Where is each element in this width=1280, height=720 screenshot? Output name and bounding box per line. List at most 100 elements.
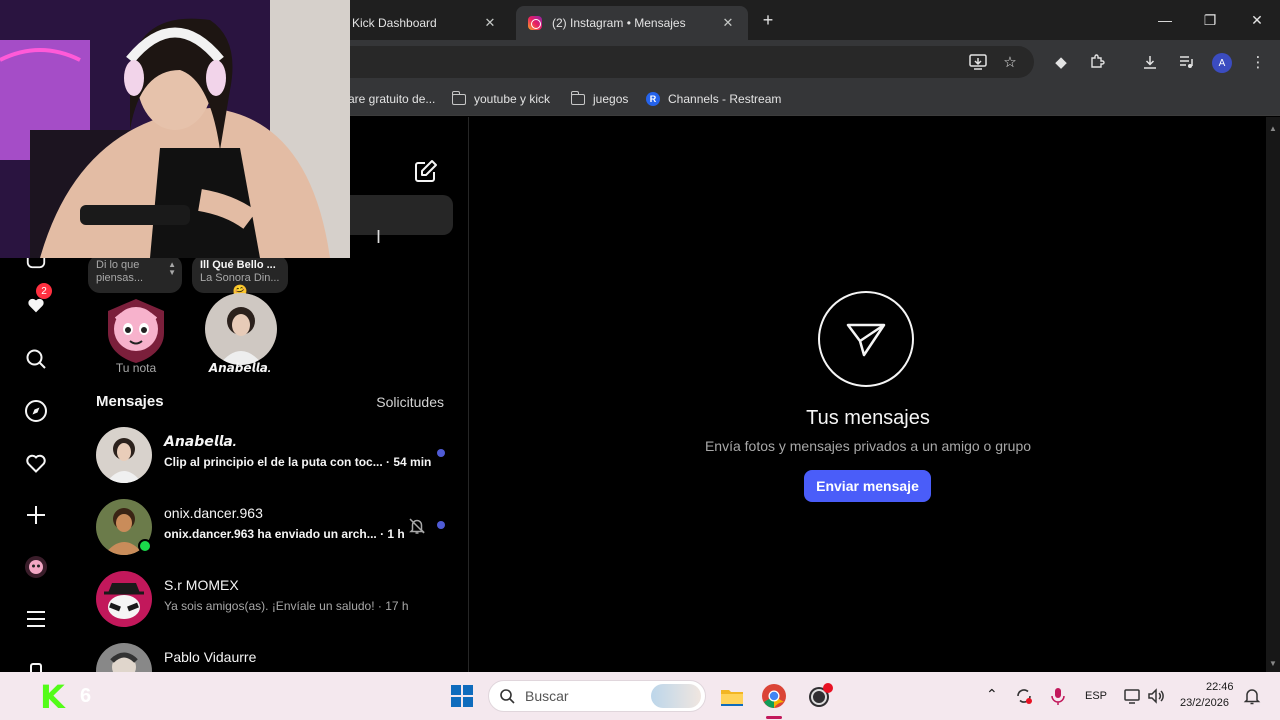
friend-note-avatar[interactable] (205, 293, 277, 365)
obs-icon[interactable] (806, 682, 834, 710)
instagram-icon (528, 16, 542, 30)
bookmark-label: youtube y kick (474, 92, 551, 106)
conversation-row[interactable]: Pablo Vidaurre (72, 635, 468, 672)
muted-bell-icon (408, 517, 426, 535)
tab-label: (2) Instagram • Mensajes (552, 16, 686, 30)
chrome-icon[interactable] (760, 682, 788, 710)
scroll-up-icon[interactable]: ▲ (1269, 125, 1277, 133)
notification-bell-icon[interactable] (1242, 686, 1262, 706)
note-bubble[interactable]: Ill Qué Bello ... La Sonora Din... 🤗 (192, 255, 288, 298)
conversation-row[interactable]: 𝘼𝙣𝙖𝙗𝙚𝙡𝙡𝙖. Clip al principio el de la put… (72, 419, 468, 491)
search-icon[interactable] (20, 343, 52, 375)
taskbar-search-input[interactable]: Buscar (488, 680, 706, 712)
conversation-row[interactable]: onix.dancer.963 onix.dancer.963 ha envia… (72, 491, 468, 563)
conversation-name: S.r MOMEX (164, 577, 239, 593)
explore-compass-icon[interactable] (20, 395, 52, 427)
create-plus-icon[interactable] (20, 499, 52, 531)
extensions-icon[interactable] (1087, 52, 1107, 72)
notifications-heart-icon[interactable]: 2 (20, 283, 52, 321)
restream-icon: R (646, 92, 660, 106)
kick-logo: K (40, 678, 65, 716)
tray-overflow-chevron-icon[interactable]: ⌃ (986, 686, 998, 703)
profile-avatar[interactable]: A (1212, 53, 1232, 73)
note-caption: Tu nota (115, 361, 157, 375)
note-line: Di lo que (96, 259, 140, 271)
extension-diamond-icon[interactable]: ◆ (1051, 52, 1071, 72)
send-message-button[interactable]: Enviar mensaje (804, 470, 931, 502)
send-message-icon (818, 291, 914, 387)
conversation-preview: onix.dancer.963 ha enviado un arch... · … (164, 527, 405, 541)
close-window-button[interactable]: ✕ (1245, 8, 1269, 32)
menu-hamburger-icon[interactable] (20, 603, 52, 635)
tab-label: Kick Dashboard (352, 16, 437, 30)
bookmark-label: Channels - Restream (668, 92, 782, 106)
close-icon[interactable]: ✕ (482, 15, 498, 31)
bookmark-item[interactable]: are gratuito de... (348, 92, 435, 106)
unread-dot (437, 521, 445, 529)
scroll-updown-icon: ▲ ▼ (168, 260, 176, 277)
message-empty-state: Tus mensajes Envía fotos y mensajes priv… (470, 117, 1266, 672)
sync-icon[interactable] (1014, 686, 1034, 706)
scroll-down-icon[interactable]: ▼ (1269, 660, 1277, 668)
profile-avatar[interactable] (20, 551, 52, 583)
folder-icon (451, 90, 466, 105)
conversation-preview: Ya sois amigos(as). ¡Envíale un saludo! … (164, 599, 409, 613)
new-message-icon[interactable] (412, 157, 440, 185)
clock-time[interactable]: 22:46 (1206, 681, 1234, 693)
page-scrollbar[interactable]: ▲ ▼ (1266, 117, 1280, 672)
empty-state-subtitle: Envía fotos y mensajes privados a un ami… (704, 438, 1032, 454)
text-cursor-icon: I (376, 227, 382, 247)
webcam-overlay (0, 0, 350, 258)
microphone-icon[interactable] (1048, 686, 1068, 706)
requests-link[interactable]: Solicitudes (376, 394, 444, 410)
conversation-name: Pablo Vidaurre (164, 649, 257, 665)
download-icon[interactable] (1140, 52, 1160, 72)
heart-icon[interactable] (20, 447, 52, 479)
file-explorer-icon[interactable] (718, 682, 746, 710)
language-indicator[interactable]: ESP (1085, 690, 1107, 702)
restore-button[interactable]: ❐ (1198, 8, 1222, 32)
conversation-name: 𝘼𝙣𝙖𝙗𝙚𝙡𝙡𝙖. (164, 433, 237, 449)
note-line: piensas... (96, 272, 144, 284)
search-placeholder: Buscar (525, 688, 569, 704)
note-caption: 𝘼𝙣𝙖𝙗𝙚𝙡𝙡𝙖. (208, 361, 272, 375)
bookmark-label: juegos (593, 92, 629, 106)
volume-icon[interactable] (1146, 686, 1166, 706)
online-status-dot (138, 539, 152, 553)
conversation-preview: Clip al principio el de la puta con toc.… (164, 455, 432, 469)
install-app-icon[interactable] (968, 52, 988, 72)
note-line: Ill Qué Bello ... (200, 259, 276, 271)
tab-kick-dashboard[interactable]: Kick Dashboard ✕ (340, 6, 510, 40)
menu-kebab-icon[interactable]: ⋮ (1248, 52, 1268, 72)
messages-heading: Mensajes (96, 393, 164, 410)
own-note-avatar[interactable] (100, 293, 172, 365)
avatar (96, 427, 152, 483)
bookmark-item[interactable]: R Channels - Restream (646, 92, 781, 106)
display-icon[interactable] (1122, 686, 1142, 706)
new-tab-button[interactable]: + (758, 10, 778, 30)
search-icon (499, 688, 515, 707)
folder-icon (570, 90, 585, 105)
bookmark-star-icon[interactable]: ☆ (1000, 52, 1020, 72)
windows-start-icon[interactable] (448, 682, 476, 710)
empty-state-title: Tus mensajes (806, 407, 930, 429)
conversation-row[interactable]: S.r MOMEX Ya sois amigos(as). ¡Envíale u… (72, 563, 468, 635)
kick-counter: 6 (80, 685, 92, 707)
clock-date[interactable]: 23/2/2026 (1180, 697, 1229, 709)
active-app-indicator (766, 716, 782, 719)
search-highlight-image (651, 684, 701, 708)
address-bar[interactable]: ☆ (330, 46, 1034, 78)
unread-dot (437, 449, 445, 457)
note-bubble[interactable]: Di lo que piensas... ▲ ▼ (88, 255, 182, 293)
bookmark-item[interactable]: youtube y kick (451, 90, 551, 106)
conversation-name: onix.dancer.963 (164, 505, 263, 521)
taskbar: K 6 Buscar ⌃ ESP 22:46 23/2/2026 (0, 672, 1280, 720)
avatar (96, 571, 152, 627)
minimize-button[interactable]: — (1153, 8, 1177, 32)
tab-instagram[interactable]: (2) Instagram • Mensajes ✕ (516, 6, 748, 40)
close-icon[interactable]: ✕ (720, 15, 736, 31)
bookmark-label: are gratuito de... (348, 92, 436, 106)
avatar (96, 643, 152, 672)
media-control-icon[interactable] (1176, 52, 1196, 72)
bookmark-item[interactable]: juegos (570, 90, 629, 106)
